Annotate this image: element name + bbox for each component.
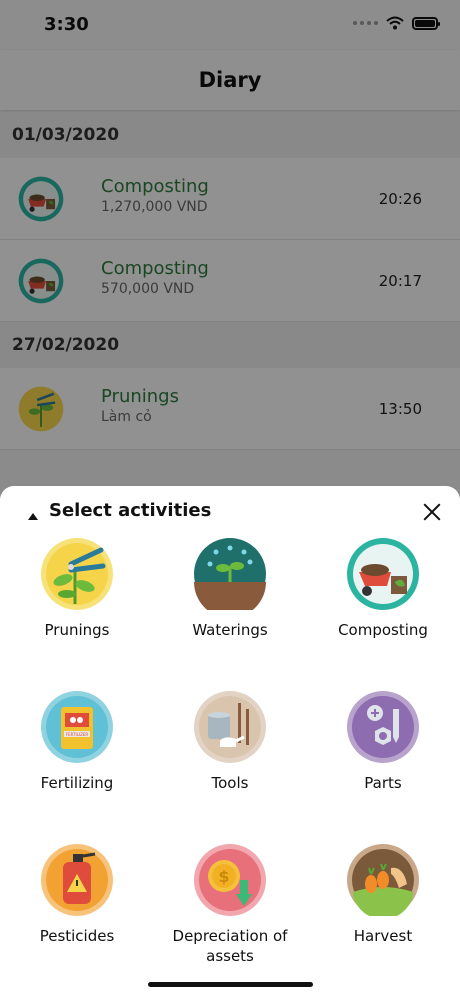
sheet-title: Select activities [49,500,212,521]
activity-parts[interactable]: Parts [308,691,458,831]
activity-label: Fertilizing [40,774,114,792]
activity-waterings[interactable]: Waterings [155,538,305,678]
collapse-button[interactable] [10,502,38,530]
activity-prunings[interactable]: Prunings [2,538,152,678]
composting-icon [347,538,419,610]
harvest-icon [347,844,419,916]
activity-label: Depreciation of assets [172,927,288,965]
activity-label: Harvest [353,927,413,945]
depreciation-icon: $ [194,844,266,916]
activity-harvest[interactable]: Harvest [308,844,458,984]
activity-depreciation[interactable]: $ Depreciation of assets [155,844,305,984]
select-activities-sheet: Select activities Prunings Waterings Com… [0,486,460,996]
home-indicator [148,982,313,987]
activity-composting[interactable]: Composting [308,538,458,678]
activity-fertilizing[interactable]: FERTILIZER Fertilizing [2,691,152,831]
activity-label: Parts [364,774,402,792]
prunings-icon [41,538,113,610]
tools-icon [194,691,266,763]
activity-label: Tools [211,774,249,792]
caret-up-icon [28,513,38,520]
pesticides-icon [41,844,113,916]
activity-label: Composting [338,621,428,639]
activity-label: Prunings [44,621,110,639]
parts-icon [347,691,419,763]
activity-pesticides[interactable]: Pesticides [2,844,152,984]
svg-text:$: $ [218,867,229,886]
activity-label: Waterings [192,621,268,639]
close-icon[interactable] [422,502,442,522]
fertilizer-bag-text: FERTILIZER [66,732,89,737]
fertilizing-icon: FERTILIZER [41,691,113,763]
sheet-header: Select activities [0,500,460,534]
waterings-icon [194,538,266,610]
activity-tools[interactable]: Tools [155,691,305,831]
activity-label: Pesticides [39,927,115,945]
